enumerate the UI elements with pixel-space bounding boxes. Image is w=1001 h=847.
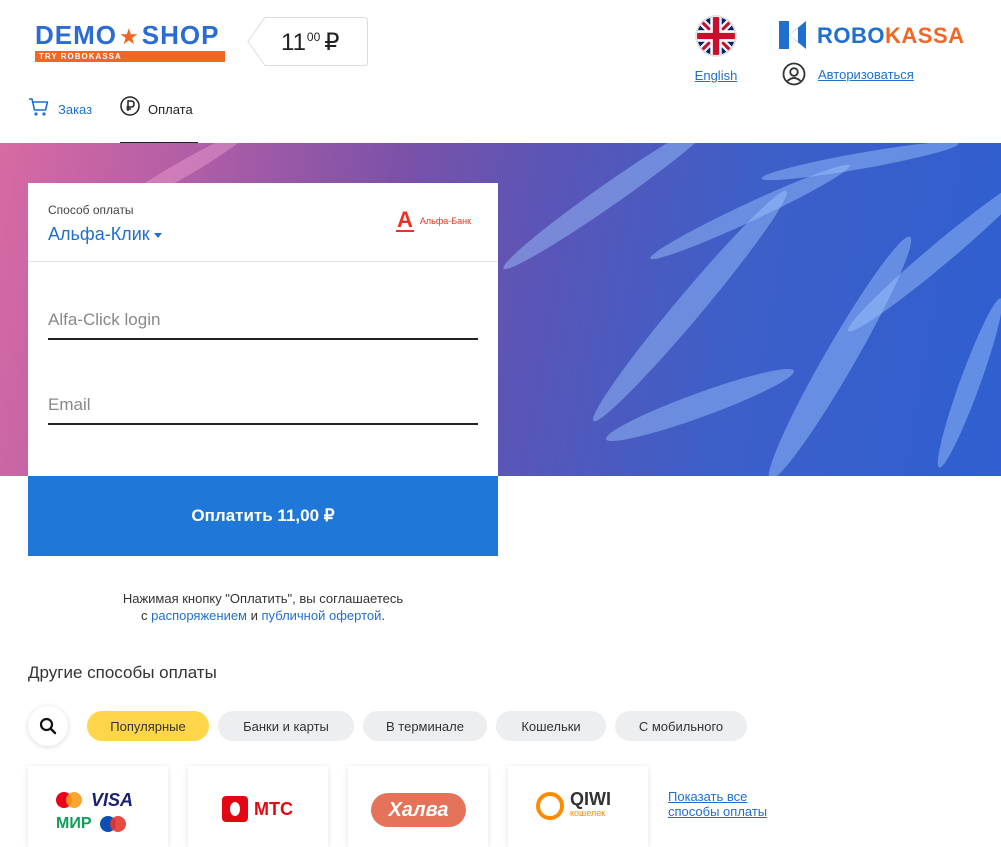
mts-egg-icon bbox=[222, 796, 248, 822]
bank-cards-logos: VISA МИР bbox=[56, 788, 140, 836]
shop-logo: DEMO★SHOP TRY ROBOKASSA bbox=[35, 20, 227, 62]
search-button[interactable] bbox=[28, 706, 68, 746]
logo-word-right: SHOP bbox=[141, 20, 220, 50]
qiwi-sub: кошелек bbox=[570, 808, 606, 818]
mastercard-icon bbox=[56, 792, 82, 808]
method-caption: Способ оплаты bbox=[48, 203, 134, 217]
tab-payment-label: Оплата bbox=[148, 102, 193, 117]
login-link[interactable]: Авторизоваться bbox=[818, 67, 914, 82]
search-icon bbox=[39, 717, 57, 735]
price-amount: 1100 ₽ bbox=[281, 28, 340, 57]
price-main: 11 bbox=[281, 29, 306, 56]
filter-wallets[interactable]: Кошельки bbox=[496, 711, 606, 741]
qiwi-circle-icon bbox=[536, 792, 564, 820]
agreement-suffix: . bbox=[381, 608, 385, 623]
tile-halva[interactable]: Халва bbox=[348, 766, 488, 847]
logo-word-left: DEMO bbox=[35, 20, 117, 50]
filter-mobile[interactable]: С мобильного bbox=[615, 711, 747, 741]
price-cents: 00 bbox=[306, 30, 321, 44]
agreement-prefix: с bbox=[140, 608, 148, 623]
logo-tagline: TRY ROBOKASSA bbox=[35, 51, 225, 62]
method-value-label: Альфа-Клик bbox=[48, 224, 150, 244]
alfa-click-login-input[interactable] bbox=[48, 302, 478, 340]
mts-label: МТС bbox=[254, 798, 293, 819]
filter-banks-cards[interactable]: Банки и карты bbox=[218, 711, 354, 741]
other-methods-title: Другие способы оплаты bbox=[28, 663, 217, 682]
visa-logo: VISA bbox=[91, 789, 134, 810]
uk-flag-icon[interactable] bbox=[697, 17, 735, 55]
email-field[interactable] bbox=[48, 387, 478, 425]
agreement-line1: Нажимая кнопку "Оплатить", вы соглашаете… bbox=[122, 591, 404, 606]
ruble-circle-icon bbox=[120, 96, 140, 116]
tile-bank-cards[interactable]: VISA МИР bbox=[28, 766, 168, 847]
price-currency: ₽ bbox=[324, 29, 340, 56]
language-link[interactable]: English bbox=[694, 68, 738, 83]
tab-payment[interactable]: Оплата bbox=[120, 96, 198, 144]
alfa-bank-logo: А Альфа-Банк bbox=[396, 207, 472, 232]
show-all-methods-link[interactable]: Показать все способы оплаты bbox=[668, 789, 768, 819]
alfa-text: Альфа-Банк bbox=[419, 216, 472, 226]
filter-terminal[interactable]: В терминале bbox=[363, 711, 487, 741]
mts-logo: МТС bbox=[222, 796, 293, 822]
star-icon: ★ bbox=[119, 24, 140, 49]
pay-button[interactable]: Оплатить 11,00 ₽ bbox=[28, 476, 498, 556]
filter-popular[interactable]: Популярные bbox=[87, 711, 209, 741]
tile-qiwi[interactable]: QIWI кошелек bbox=[508, 766, 648, 847]
brand-part1: ROBO bbox=[817, 23, 885, 48]
payment-form-card: Способ оплаты Альфа-Клик А Альфа-Банк bbox=[28, 183, 498, 476]
halva-logo: Халва bbox=[371, 793, 466, 827]
public-offer-link[interactable]: публичной офертой bbox=[262, 608, 382, 623]
chevron-down-icon bbox=[153, 232, 162, 238]
tile-mts[interactable]: МТС bbox=[188, 766, 328, 847]
tab-order[interactable]: Заказ bbox=[28, 96, 92, 142]
cart-icon bbox=[29, 98, 49, 116]
agreement-conj: и bbox=[250, 608, 258, 623]
divider bbox=[28, 261, 498, 262]
robokassa-mark-icon bbox=[779, 21, 806, 49]
tab-order-label: Заказ bbox=[58, 102, 93, 117]
agreement-text: Нажимая кнопку "Оплатить", вы соглашаете… bbox=[28, 590, 498, 624]
payment-method-dropdown[interactable]: Альфа-Клик bbox=[48, 224, 162, 245]
qiwi-name: QIWI bbox=[570, 789, 611, 809]
brand-part2: KASSA bbox=[885, 23, 965, 48]
order-link[interactable]: распоряжением bbox=[151, 608, 247, 623]
user-circle-icon[interactable] bbox=[782, 62, 806, 86]
maestro-icon bbox=[99, 816, 126, 832]
mir-logo: МИР bbox=[56, 815, 92, 832]
alfa-letter: А bbox=[396, 207, 414, 232]
language-switcher[interactable]: English bbox=[694, 17, 738, 83]
price-tag: 1100 ₽ bbox=[247, 17, 368, 66]
qiwi-logo: QIWI кошелек bbox=[536, 789, 611, 820]
